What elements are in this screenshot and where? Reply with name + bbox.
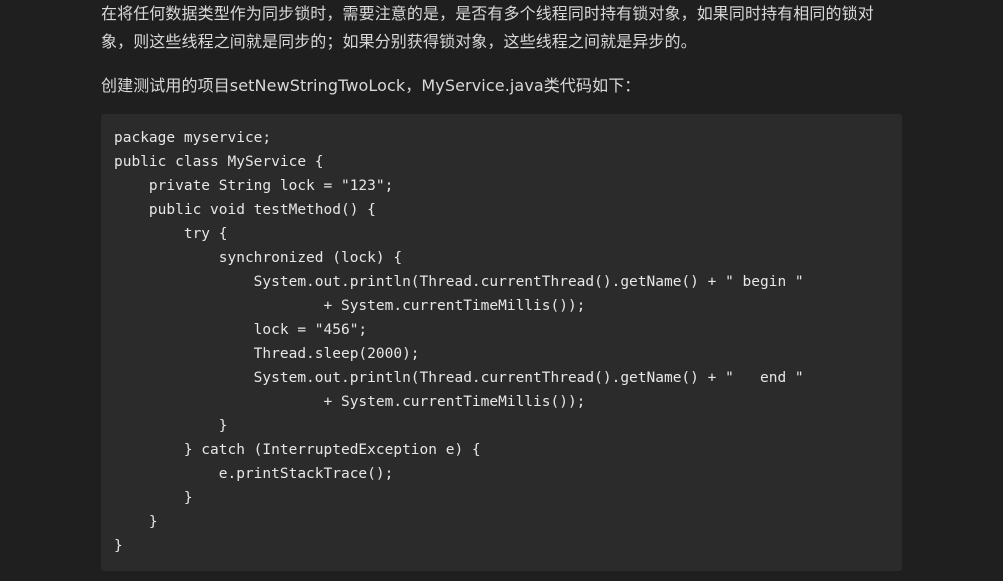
code-block[interactable]: package myservice; public class MyServic…: [101, 114, 902, 571]
code-line: lock = "456";: [114, 322, 368, 338]
code-line: System.out.println(Thread.currentThread(…: [114, 274, 804, 290]
code-line: + System.currentTimeMillis());: [114, 298, 586, 314]
code-line: Thread.sleep(2000);: [114, 346, 420, 362]
code-line: }: [114, 514, 158, 530]
code-line: } catch (InterruptedException e) {: [114, 442, 481, 458]
code-line: public class MyService {: [114, 154, 324, 170]
code-line: + System.currentTimeMillis());: [114, 394, 586, 410]
code-line: package myservice;: [114, 130, 272, 146]
code-line: }: [114, 418, 228, 434]
code-line: synchronized (lock) {: [114, 250, 403, 266]
code-line: e.printStackTrace();: [114, 466, 394, 482]
code-line: public void testMethod() {: [114, 202, 376, 218]
code-line: }: [114, 538, 123, 554]
article-paragraph-setup: 创建测试用的项目setNewStringTwoLock，MyService.ja…: [101, 76, 641, 95]
code-line: try {: [114, 226, 228, 242]
code-line: private String lock = "123";: [114, 178, 394, 194]
code-line: System.out.println(Thread.currentThread(…: [114, 370, 804, 386]
article-paragraph-intro: 在将任何数据类型作为同步锁时，需要注意的是，是否有多个线程同时持有锁对象，如果同…: [101, 4, 874, 51]
code-line: }: [114, 490, 193, 506]
